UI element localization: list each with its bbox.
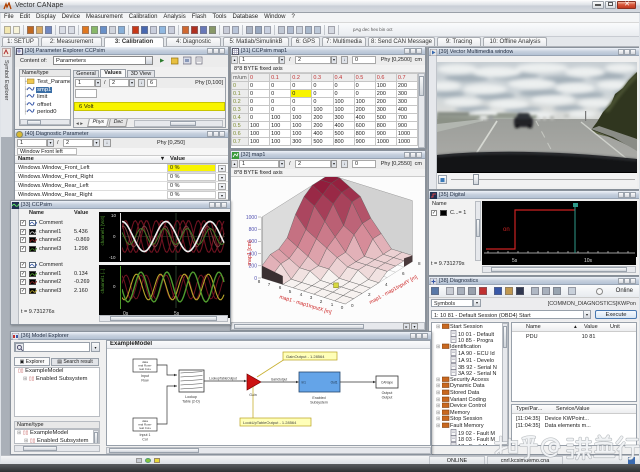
svg-text:4: 4: [300, 292, 303, 297]
svg-text:on: on: [503, 227, 510, 233]
svg-text:6: 6: [402, 271, 405, 276]
svg-text:Input 1: Input 1: [140, 433, 151, 437]
svg-text:6: 6: [279, 285, 282, 290]
svg-text:map1 [cm]: map1 [cm]: [247, 240, 253, 266]
svg-text:LookupTableOutput: LookupTableOutput: [209, 377, 237, 381]
svg-text:8: 8: [258, 279, 261, 284]
svg-text:GainOutput: GainOutput: [271, 378, 287, 382]
svg-text:5: 5: [289, 289, 292, 294]
svg-text:Output: Output: [382, 395, 393, 399]
svg-text:Enabled: Enabled: [312, 396, 325, 400]
svg-text:4: 4: [385, 282, 388, 287]
svg-text:real Col+: real Col+: [139, 426, 151, 430]
svg-text:Output: Output: [382, 391, 393, 395]
svg-text:2: 2: [368, 292, 371, 297]
svg-text:Table (2-D): Table (2-D): [182, 399, 200, 403]
svg-text:CANape: CANape: [381, 381, 393, 385]
svg-text:1: 1: [331, 302, 334, 307]
svg-text:800: 800: [249, 227, 258, 233]
svg-text:3: 3: [310, 295, 313, 300]
svg-text:0: 0: [351, 303, 354, 308]
svg-text:Out1: Out1: [331, 381, 338, 385]
svg-text:1000: 1000: [246, 215, 257, 221]
svg-text:2: 2: [320, 299, 323, 304]
svg-text:In1: In1: [302, 381, 307, 385]
svg-text:Subsystem: Subsystem: [310, 400, 328, 404]
svg-text:7: 7: [268, 282, 271, 287]
svg-text:Row: Row: [141, 378, 149, 382]
svg-text:8: 8: [418, 261, 421, 266]
svg-text:Col: Col: [142, 437, 148, 441]
svg-text:GainOutput - 1.28564: GainOutput - 1.28564: [286, 354, 325, 359]
svg-text:LookUpTableOutput - 1.28564: LookUpTableOutput - 1.28564: [243, 420, 297, 425]
svg-text:Lookup: Lookup: [185, 395, 197, 399]
svg-text:Input: Input: [141, 374, 149, 378]
svg-text:real Col+: real Col+: [139, 367, 151, 371]
svg-text:0: 0: [341, 305, 344, 310]
